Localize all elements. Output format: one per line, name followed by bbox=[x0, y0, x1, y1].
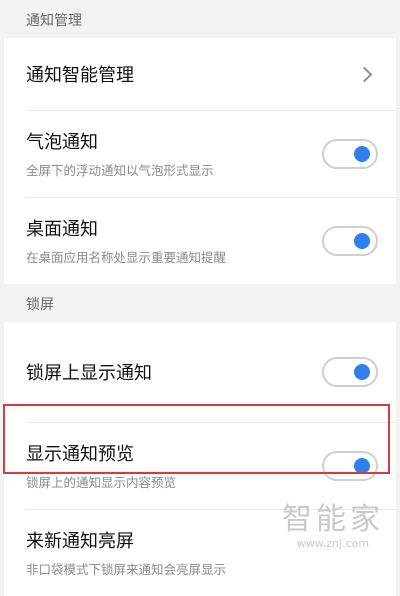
row-bubble-notification: 气泡通知 全屏下的浮动通知以气泡形式显示 bbox=[4, 111, 396, 197]
section-header-notification: 通知管理 bbox=[26, 13, 82, 29]
toggle-knob bbox=[354, 458, 370, 474]
notification-preview-toggle[interactable] bbox=[322, 451, 378, 481]
bubble-notification-toggle[interactable] bbox=[322, 139, 378, 169]
toggle-knob bbox=[354, 233, 370, 249]
watermark-url: www.znj.com bbox=[296, 537, 370, 550]
row-show-on-lockscreen: 锁屏上显示通知 bbox=[4, 322, 396, 422]
row-smart-management[interactable]: 通知智能管理 bbox=[4, 38, 396, 110]
notification-group: 通知智能管理 气泡通知 全屏下的浮动通知以气泡形式显示 桌面通知 在桌面应用名称… bbox=[4, 38, 396, 284]
row-desktop-notification: 桌面通知 在桌面应用名称处显示重要通知提醒 bbox=[4, 198, 396, 284]
row-notification-preview: 显示通知预览 锁屏上的通知显示内容预览 bbox=[4, 423, 396, 509]
watermark-logo: 智能家 www.znj.com bbox=[282, 502, 384, 551]
toggle-knob bbox=[354, 364, 370, 380]
lockscreen-group: 锁屏上显示通知 显示通知预览 锁屏上的通知显示内容预览 来新通知亮屏 非口袋模式… bbox=[4, 322, 396, 596]
row-title: 通知智能管理 bbox=[26, 65, 134, 86]
watermark-text: 智能家 bbox=[282, 502, 384, 537]
desktop-notification-toggle[interactable] bbox=[322, 226, 378, 256]
row-title: 锁屏上显示通知 bbox=[26, 363, 152, 384]
chevron-right-icon bbox=[356, 66, 373, 83]
toggle-knob bbox=[354, 146, 370, 162]
section-header-lockscreen: 锁屏 bbox=[26, 297, 54, 313]
show-on-lockscreen-toggle[interactable] bbox=[322, 357, 378, 387]
